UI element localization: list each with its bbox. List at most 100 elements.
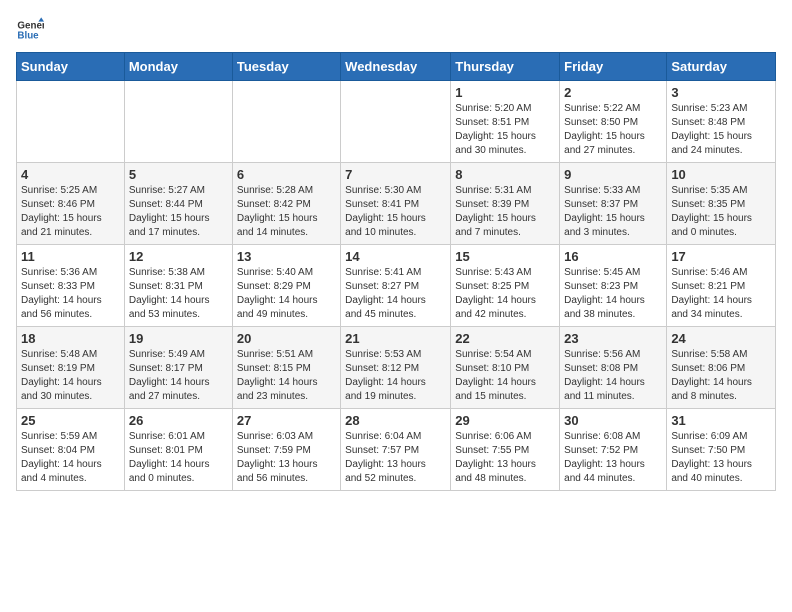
- day-number: 1: [455, 85, 555, 100]
- day-number: 5: [129, 167, 228, 182]
- day-info: Sunrise: 5:59 AM Sunset: 8:04 PM Dayligh…: [21, 430, 120, 486]
- day-number: 30: [564, 413, 662, 428]
- weekday-header-friday: Friday: [560, 53, 667, 81]
- calendar-cell: 10 Sunrise: 5:35 AM Sunset: 8:35 PM Dayli…: [667, 163, 776, 245]
- day-info: Sunrise: 5:49 AM Sunset: 8:17 PM Dayligh…: [129, 348, 228, 404]
- weekday-header-sunday: Sunday: [17, 53, 125, 81]
- weekday-header-tuesday: Tuesday: [232, 53, 340, 81]
- day-info: Sunrise: 5:28 AM Sunset: 8:42 PM Dayligh…: [237, 184, 336, 240]
- weekday-header-saturday: Saturday: [667, 53, 776, 81]
- day-number: 11: [21, 249, 120, 264]
- calendar-week-2: 4 Sunrise: 5:25 AM Sunset: 8:46 PM Daylig…: [17, 163, 776, 245]
- calendar-cell: 18Sunrise: 5:48 AM Sunset: 8:19 PM Dayli…: [17, 327, 125, 409]
- calendar-cell: 9 Sunrise: 5:33 AM Sunset: 8:37 PM Daylig…: [560, 163, 667, 245]
- calendar-cell: 11Sunrise: 5:36 AM Sunset: 8:33 PM Dayli…: [17, 245, 125, 327]
- day-number: 20: [237, 331, 336, 346]
- logo: General Blue: [16, 16, 48, 44]
- calendar-cell: 19Sunrise: 5:49 AM Sunset: 8:17 PM Dayli…: [124, 327, 232, 409]
- calendar-cell: 21 Sunrise: 5:53 AM Sunset: 8:12 PM Dayli…: [341, 327, 451, 409]
- calendar-week-4: 18Sunrise: 5:48 AM Sunset: 8:19 PM Dayli…: [17, 327, 776, 409]
- day-number: 14: [345, 249, 446, 264]
- day-info: Sunrise: 5:35 AM Sunset: 8:35 PM Dayligh…: [671, 184, 771, 240]
- calendar-body: 1 Sunrise: 5:20 AM Sunset: 8:51 PM Daylig…: [17, 81, 776, 491]
- calendar-cell: 8 Sunrise: 5:31 AM Sunset: 8:39 PM Daylig…: [451, 163, 560, 245]
- day-info: Sunrise: 6:08 AM Sunset: 7:52 PM Dayligh…: [564, 430, 662, 486]
- day-number: 9: [564, 167, 662, 182]
- calendar-week-3: 11Sunrise: 5:36 AM Sunset: 8:33 PM Dayli…: [17, 245, 776, 327]
- calendar-cell: 2 Sunrise: 5:22 AM Sunset: 8:50 PM Daylig…: [560, 81, 667, 163]
- day-info: Sunrise: 5:53 AM Sunset: 8:12 PM Dayligh…: [345, 348, 446, 404]
- day-info: Sunrise: 5:22 AM Sunset: 8:50 PM Dayligh…: [564, 102, 662, 158]
- calendar-cell: 15 Sunrise: 5:43 AM Sunset: 8:25 PM Dayli…: [451, 245, 560, 327]
- day-number: 8: [455, 167, 555, 182]
- day-number: 10: [671, 167, 771, 182]
- day-info: Sunrise: 5:23 AM Sunset: 8:48 PM Dayligh…: [671, 102, 771, 158]
- day-number: 21: [345, 331, 446, 346]
- calendar-cell: 6 Sunrise: 5:28 AM Sunset: 8:42 PM Daylig…: [232, 163, 340, 245]
- weekday-header-wednesday: Wednesday: [341, 53, 451, 81]
- day-info: Sunrise: 5:56 AM Sunset: 8:08 PM Dayligh…: [564, 348, 662, 404]
- day-number: 26: [129, 413, 228, 428]
- calendar-cell: 5 Sunrise: 5:27 AM Sunset: 8:44 PM Daylig…: [124, 163, 232, 245]
- day-info: Sunrise: 5:51 AM Sunset: 8:15 PM Dayligh…: [237, 348, 336, 404]
- day-info: Sunrise: 5:38 AM Sunset: 8:31 PM Dayligh…: [129, 266, 228, 322]
- calendar-header: SundayMondayTuesdayWednesdayThursdayFrid…: [17, 53, 776, 81]
- calendar-cell: 12 Sunrise: 5:38 AM Sunset: 8:31 PM Dayli…: [124, 245, 232, 327]
- day-info: Sunrise: 5:33 AM Sunset: 8:37 PM Dayligh…: [564, 184, 662, 240]
- day-info: Sunrise: 5:45 AM Sunset: 8:23 PM Dayligh…: [564, 266, 662, 322]
- day-number: 23: [564, 331, 662, 346]
- calendar-cell: 13Sunrise: 5:40 AM Sunset: 8:29 PM Dayli…: [232, 245, 340, 327]
- calendar-cell: 17Sunrise: 5:46 AM Sunset: 8:21 PM Dayli…: [667, 245, 776, 327]
- calendar-cell: 24 Sunrise: 5:58 AM Sunset: 8:06 PM Dayli…: [667, 327, 776, 409]
- day-number: 25: [21, 413, 120, 428]
- day-info: Sunrise: 5:58 AM Sunset: 8:06 PM Dayligh…: [671, 348, 771, 404]
- header: General Blue: [16, 16, 776, 44]
- day-info: Sunrise: 6:09 AM Sunset: 7:50 PM Dayligh…: [671, 430, 771, 486]
- day-number: 4: [21, 167, 120, 182]
- calendar-cell: 27 Sunrise: 6:03 AM Sunset: 7:59 PM Dayli…: [232, 409, 340, 491]
- day-info: Sunrise: 5:43 AM Sunset: 8:25 PM Dayligh…: [455, 266, 555, 322]
- day-number: 24: [671, 331, 771, 346]
- day-number: 22: [455, 331, 555, 346]
- day-number: 29: [455, 413, 555, 428]
- day-number: 12: [129, 249, 228, 264]
- weekday-header-row: SundayMondayTuesdayWednesdayThursdayFrid…: [17, 53, 776, 81]
- calendar-cell: 26Sunrise: 6:01 AM Sunset: 8:01 PM Dayli…: [124, 409, 232, 491]
- logo-icon: General Blue: [16, 16, 44, 44]
- day-info: Sunrise: 6:04 AM Sunset: 7:57 PM Dayligh…: [345, 430, 446, 486]
- day-info: Sunrise: 5:54 AM Sunset: 8:10 PM Dayligh…: [455, 348, 555, 404]
- day-info: Sunrise: 5:20 AM Sunset: 8:51 PM Dayligh…: [455, 102, 555, 158]
- calendar-cell: 4 Sunrise: 5:25 AM Sunset: 8:46 PM Daylig…: [17, 163, 125, 245]
- day-info: Sunrise: 5:31 AM Sunset: 8:39 PM Dayligh…: [455, 184, 555, 240]
- calendar-cell: 30 Sunrise: 6:08 AM Sunset: 7:52 PM Dayli…: [560, 409, 667, 491]
- day-info: Sunrise: 5:40 AM Sunset: 8:29 PM Dayligh…: [237, 266, 336, 322]
- day-number: 16: [564, 249, 662, 264]
- calendar-cell: 31Sunrise: 6:09 AM Sunset: 7:50 PM Dayli…: [667, 409, 776, 491]
- day-info: Sunrise: 5:30 AM Sunset: 8:41 PM Dayligh…: [345, 184, 446, 240]
- day-number: 18: [21, 331, 120, 346]
- calendar-cell: [232, 81, 340, 163]
- calendar-cell: 3Sunrise: 5:23 AM Sunset: 8:48 PM Daylig…: [667, 81, 776, 163]
- calendar-cell: [17, 81, 125, 163]
- day-info: Sunrise: 5:27 AM Sunset: 8:44 PM Dayligh…: [129, 184, 228, 240]
- day-number: 27: [237, 413, 336, 428]
- day-number: 28: [345, 413, 446, 428]
- calendar-cell: 29 Sunrise: 6:06 AM Sunset: 7:55 PM Dayli…: [451, 409, 560, 491]
- day-number: 7: [345, 167, 446, 182]
- calendar-cell: 1 Sunrise: 5:20 AM Sunset: 8:51 PM Daylig…: [451, 81, 560, 163]
- svg-text:Blue: Blue: [17, 30, 39, 41]
- day-info: Sunrise: 5:46 AM Sunset: 8:21 PM Dayligh…: [671, 266, 771, 322]
- weekday-header-monday: Monday: [124, 53, 232, 81]
- day-info: Sunrise: 5:41 AM Sunset: 8:27 PM Dayligh…: [345, 266, 446, 322]
- calendar-cell: 22 Sunrise: 5:54 AM Sunset: 8:10 PM Dayli…: [451, 327, 560, 409]
- day-info: Sunrise: 5:25 AM Sunset: 8:46 PM Dayligh…: [21, 184, 120, 240]
- calendar-week-1: 1 Sunrise: 5:20 AM Sunset: 8:51 PM Daylig…: [17, 81, 776, 163]
- day-number: 2: [564, 85, 662, 100]
- day-info: Sunrise: 6:03 AM Sunset: 7:59 PM Dayligh…: [237, 430, 336, 486]
- calendar-cell: 7 Sunrise: 5:30 AM Sunset: 8:41 PM Daylig…: [341, 163, 451, 245]
- day-number: 6: [237, 167, 336, 182]
- day-number: 15: [455, 249, 555, 264]
- calendar-cell: [124, 81, 232, 163]
- calendar-week-5: 25 Sunrise: 5:59 AM Sunset: 8:04 PM Dayli…: [17, 409, 776, 491]
- day-info: Sunrise: 6:06 AM Sunset: 7:55 PM Dayligh…: [455, 430, 555, 486]
